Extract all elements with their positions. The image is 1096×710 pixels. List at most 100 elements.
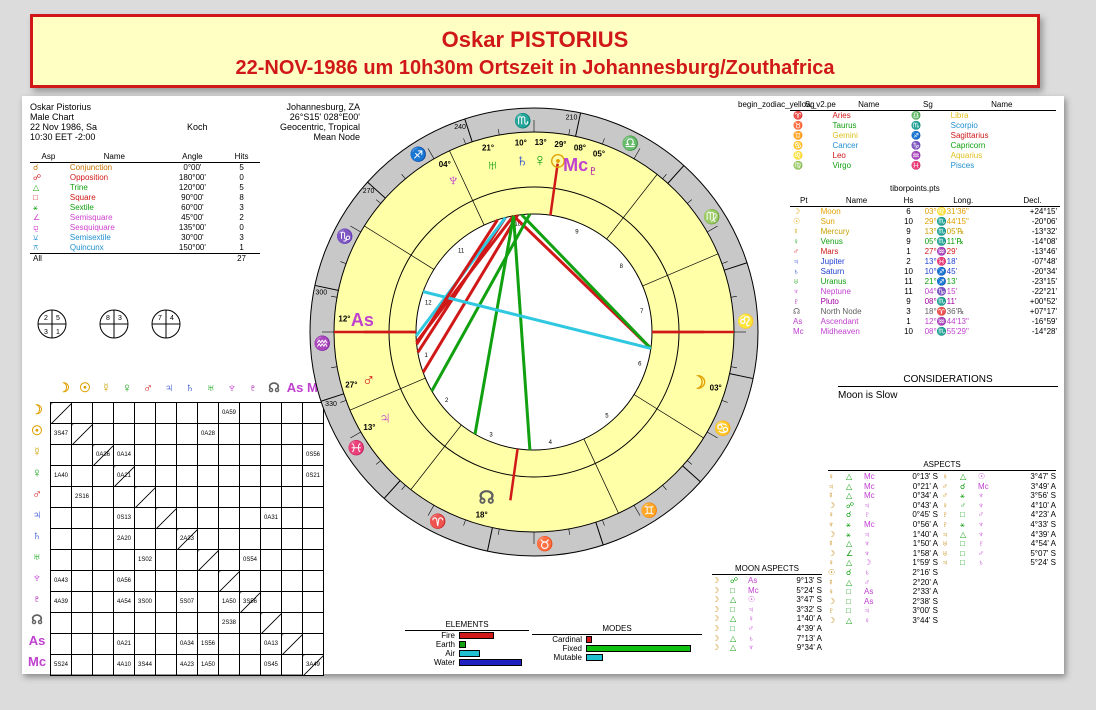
planet-degree: 10° xyxy=(515,138,527,147)
aspect-planet-2: ♃ xyxy=(748,604,754,614)
aspect-orb: 3°47' S xyxy=(796,595,822,605)
aspect-symbol: ☍ xyxy=(33,173,42,182)
grid-cell xyxy=(281,507,303,529)
grid-side-planet: ♀ xyxy=(32,465,42,480)
grid-cell xyxy=(176,507,198,529)
considerations-title: CONSIDERATIONS xyxy=(838,374,1058,387)
aspect-hits: 5 xyxy=(239,183,244,192)
grid-cell xyxy=(71,633,93,655)
aspect-orb: 3°49' A xyxy=(1030,481,1056,491)
aspect-type: △ xyxy=(730,643,737,653)
quadrant-count: 8 xyxy=(106,315,110,322)
grid-cell xyxy=(218,528,240,550)
aspect-planet-2: ♆ xyxy=(978,491,984,501)
aspect-planet-1: ☽ xyxy=(712,585,720,595)
sign-glyph: ♎ xyxy=(911,111,922,120)
grid-cell: 2S16 xyxy=(71,486,93,508)
planet-name: Pluto xyxy=(820,297,839,306)
aspect-row: ♇ ⚹ ♆ 4°33' S xyxy=(942,520,1056,530)
grid-cell xyxy=(260,528,282,550)
moon-aspects-list: ☽ ☍ As 9°13' S ☽ □ Mc 5°24' S ☽ △ ☉ 3°47' S ☽ □ ♃ 3°32'… xyxy=(712,576,822,653)
grid-cell: 1A50 xyxy=(197,654,219,676)
grid-header-planet: ♂ xyxy=(143,380,153,395)
grid-cell: 2S38 xyxy=(218,612,240,634)
aspect-planet-1: ♀ xyxy=(828,472,834,481)
aspect-symbol: ⚻ xyxy=(33,243,39,252)
inner-circle xyxy=(415,213,653,451)
table-row: ☉ Sun 10 29°♏44'15" -20°06' xyxy=(790,217,1060,227)
grid-cell xyxy=(113,549,135,571)
grid-cell xyxy=(260,612,282,634)
column-header: Sg xyxy=(790,100,830,111)
grid-cell xyxy=(176,465,198,487)
aspect-name: Square xyxy=(69,193,96,202)
planet-glyph: ♄ xyxy=(515,150,529,170)
column-header: Sg xyxy=(908,100,948,111)
grid-cell xyxy=(155,402,177,424)
aspect-orb: 0°43' A xyxy=(912,500,938,510)
table-row: ⚺ Semisextile 30°00' 3 xyxy=(30,233,260,243)
grid-side-planet: ☊ xyxy=(31,612,43,627)
grid-cell xyxy=(239,633,261,655)
grid-cell xyxy=(260,570,282,592)
grid-cell xyxy=(92,528,114,550)
sign-name: Virgo xyxy=(832,161,852,170)
column-header: Pt xyxy=(790,196,818,207)
planet-longitude: 29°♏44'15" xyxy=(924,217,969,226)
aspect-planet-1: ♃ xyxy=(942,558,948,568)
aspect-planet-2: ♄ xyxy=(748,633,754,643)
planet-glyph: ♅ xyxy=(793,277,799,286)
planet-declination: -13°46' xyxy=(1031,247,1057,256)
grid-cell: 4A54 xyxy=(113,591,135,613)
aspect-planet-2: ♃ xyxy=(864,500,870,510)
aspect-planet-1: ♅ xyxy=(942,539,948,549)
grid-side-planet: ♃ xyxy=(32,507,42,522)
aspect-type: ☌ xyxy=(960,481,966,491)
grid-cell xyxy=(71,444,93,466)
grid-cell xyxy=(71,465,93,487)
column-header: Angle xyxy=(161,152,224,163)
grid-cell: 0A14 xyxy=(113,444,135,466)
aspect-type: □ xyxy=(846,596,851,606)
aspect-planet-1: ☽ xyxy=(828,548,836,558)
aspect-row: ♃ △ Mc 0°21' A xyxy=(828,482,938,492)
aspect-row: ♇ □ ♂ 4°23' A xyxy=(942,510,1056,520)
planet-glyph: Mc xyxy=(563,155,588,175)
grid-cell: 0A13 xyxy=(260,633,282,655)
grid-cell xyxy=(239,423,261,445)
planet-name: Midheaven xyxy=(820,327,860,336)
sign-glyph: ♓ xyxy=(911,161,922,170)
aspect-orb: 2°16' S xyxy=(912,567,938,577)
aspect-planet-1: ♇ xyxy=(942,519,948,529)
moon-aspects-title: MOON ASPECTS xyxy=(712,564,822,575)
aspect-name: Trine xyxy=(69,183,88,192)
grid-cell xyxy=(113,486,135,508)
grid-cell xyxy=(155,507,177,529)
grid-cell xyxy=(71,570,93,592)
grid-cell xyxy=(260,549,282,571)
planet-degree: 13° xyxy=(363,423,375,432)
planet-longitude: 08°♏11' xyxy=(924,297,957,306)
grid-cell xyxy=(281,591,303,613)
aspect-planet-1: ♀ xyxy=(942,500,948,510)
aspect-type: ☌ xyxy=(846,510,852,520)
column-header: Name xyxy=(947,100,1056,111)
grid-cell xyxy=(197,444,219,466)
sign-name: Pisces xyxy=(950,161,975,170)
grid-side-planet: ♆ xyxy=(32,570,42,585)
sign-glyph: ♉ xyxy=(793,121,803,130)
grid-side-planet: ♇ xyxy=(32,591,42,606)
table-row: ⚹ Sextile 60°00' 3 xyxy=(30,203,260,213)
planet-glyph: ♇ xyxy=(793,297,799,306)
grid-cell xyxy=(92,423,114,445)
table-row: ♌ Leo ♒ Aquarius xyxy=(790,151,1056,161)
degree-label: 210 xyxy=(566,114,578,121)
grid-cell: 0A36 xyxy=(92,444,114,466)
grid-cell: 3S44 xyxy=(134,654,156,676)
aspect-planet-2: ♂ xyxy=(748,623,754,633)
grid-cell xyxy=(71,549,93,571)
aspect-planet-2: ♇ xyxy=(864,510,870,520)
aspect-planet-2: Mc xyxy=(748,585,759,595)
grid-cell xyxy=(239,612,261,634)
grid-cell xyxy=(155,528,177,550)
